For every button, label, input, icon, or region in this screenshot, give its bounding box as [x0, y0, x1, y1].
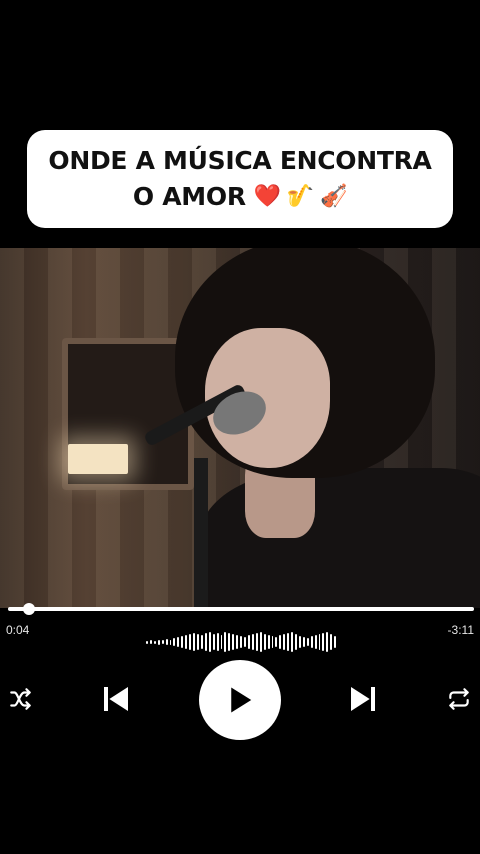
- waveform-bar: [255, 633, 258, 651]
- previous-button[interactable]: [99, 682, 133, 716]
- heart-emoji-icon: ❤️: [253, 184, 281, 209]
- waveform-bar: [169, 639, 172, 645]
- waveform-bar: [275, 637, 278, 647]
- waveform-bar: [161, 640, 164, 644]
- waveform-bar: [318, 634, 321, 650]
- remaining-time: -3:11: [447, 623, 474, 637]
- waveform-bar: [287, 633, 290, 651]
- waveform-bar: [177, 637, 180, 647]
- waveform-bar: [153, 640, 156, 644]
- skip-previous-icon: [104, 687, 128, 711]
- video-caption-card: ONDE A MÚSICA ENCONTRA O AMOR ❤️ 🎷 🎻: [27, 130, 453, 228]
- waveform-bar: [200, 635, 203, 649]
- repeat-button[interactable]: [444, 684, 474, 714]
- shuffle-icon: [10, 688, 31, 710]
- video-background-lamp: [68, 444, 128, 474]
- waveform-bar: [267, 635, 270, 649]
- waveform-bar: [220, 635, 223, 649]
- saxophone-emoji-icon: 🎷: [286, 184, 314, 209]
- waveform-bar: [244, 637, 246, 647]
- waveform-bar: [251, 634, 254, 650]
- waveform-bar: [149, 640, 152, 644]
- waveform-bar: [236, 635, 239, 649]
- waveform-bar: [193, 633, 195, 651]
- elapsed-time: 0:04: [6, 623, 30, 637]
- waveform-bar: [302, 637, 305, 647]
- player-controls: [0, 660, 480, 740]
- waveform-bar: [259, 632, 262, 652]
- caption-emojis: ❤️ 🎷 🎻: [253, 179, 348, 215]
- waveform-bar: [263, 634, 266, 650]
- play-icon: [231, 687, 252, 713]
- waveform-bar: [204, 633, 207, 651]
- waveform-bar: [295, 634, 297, 650]
- next-button[interactable]: [346, 682, 380, 716]
- waveform-bar: [330, 634, 333, 650]
- progress-knob[interactable]: [23, 603, 36, 615]
- waveform-bar: [216, 633, 219, 651]
- waveform-bar: [146, 640, 148, 644]
- skip-next-icon: [351, 687, 375, 711]
- audio-waveform: [146, 630, 337, 654]
- waveform-bar: [173, 638, 176, 646]
- waveform-bar: [196, 634, 199, 650]
- waveform-bar: [247, 635, 250, 649]
- progress-bar[interactable]: [8, 607, 474, 611]
- waveform-bar: [181, 636, 184, 648]
- waveform-bar: [165, 639, 168, 645]
- caption-line-2: O AMOR: [132, 182, 246, 211]
- caption-line-2-row: O AMOR ❤️ 🎷 🎻: [133, 179, 347, 215]
- play-button[interactable]: [199, 660, 281, 740]
- waveform-bar: [228, 633, 231, 651]
- waveform-bar: [283, 634, 286, 650]
- repeat-icon: [449, 688, 469, 710]
- waveform-bar: [310, 636, 313, 648]
- waveform-bar: [224, 632, 227, 652]
- waveform-bar: [189, 634, 192, 650]
- waveform-bar: [232, 634, 235, 650]
- waveform-bar: [271, 636, 274, 648]
- singer-body: [200, 468, 480, 608]
- waveform-bar: [291, 632, 294, 652]
- waveform-bar: [208, 632, 211, 652]
- waveform-bar: [240, 636, 243, 648]
- waveform-bar: [322, 633, 325, 651]
- shuffle-button[interactable]: [6, 684, 36, 714]
- waveform-bar: [157, 639, 160, 645]
- video-frame[interactable]: [0, 248, 480, 608]
- waveform-bar: [306, 638, 309, 646]
- caption-line-1: ONDE A MÚSICA ENCONTRA: [48, 146, 432, 175]
- mic-stand: [194, 458, 208, 608]
- waveform-bar: [334, 636, 337, 648]
- waveform-bar: [279, 635, 282, 649]
- waveform-bar: [326, 632, 329, 652]
- waveform-bar: [212, 634, 215, 650]
- waveform-bar: [314, 635, 317, 649]
- waveform-bar: [185, 635, 188, 649]
- waveform-bar: [298, 636, 301, 648]
- violin-emoji-icon: 🎻: [319, 184, 348, 209]
